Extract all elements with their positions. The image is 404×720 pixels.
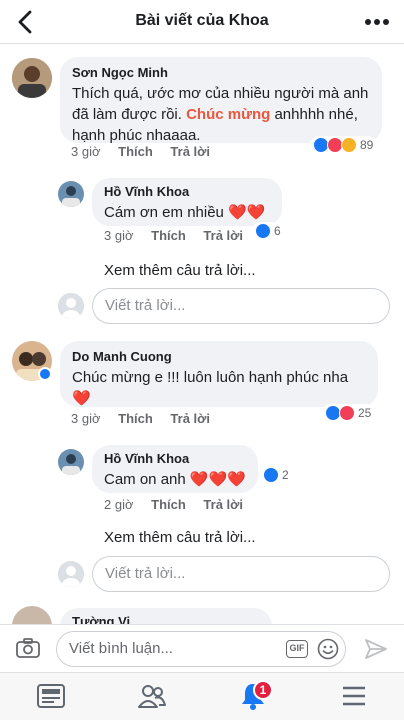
love-reaction-icon (339, 405, 355, 421)
notification-badge: 1 (253, 680, 273, 700)
reaction-summary[interactable]: 2 (260, 466, 292, 484)
reply-text-content: Cam on anh (104, 471, 186, 488)
view-more-replies-link[interactable]: Xem thêm câu trả lời... (104, 529, 256, 546)
comment-bubble[interactable]: Sơn Ngọc Minh Thích quá, ước mơ của nhiề… (60, 57, 382, 144)
reaction-summary[interactable]: 25 (322, 404, 375, 422)
reply-author[interactable]: Hồ Vĩnh Khoa (104, 451, 246, 466)
camera-icon[interactable] (16, 637, 40, 659)
comment-text-content: Chúc mừng e !!! luôn luôn hạnh phúc nha (72, 369, 349, 386)
reply-input[interactable]: Viết trả lời... (92, 288, 390, 324)
reply-button[interactable]: Trả lời (170, 144, 210, 159)
user-placeholder-icon (58, 561, 84, 587)
top-bar: Bài viết của Khoa (0, 0, 404, 44)
highlighted-text[interactable]: Chúc mừng (186, 106, 270, 123)
comments-feed[interactable]: Sơn Ngọc Minh Thích quá, ước mơ của nhiề… (0, 44, 404, 624)
avatar[interactable] (12, 606, 52, 624)
avatar-photo (58, 449, 84, 475)
reply-text: Cám ơn em nhiều ❤️❤️ (104, 202, 270, 223)
like-reaction-icon (255, 223, 271, 239)
heart-emoji: ❤️❤️ (228, 204, 266, 221)
bottom-tab-bar (0, 672, 404, 720)
comment-actions: 3 giờ Thích Trả lời (71, 411, 224, 426)
like-button[interactable]: Thích (151, 228, 186, 243)
reply-time: 3 giờ (104, 228, 134, 243)
comment-time: 3 giờ (71, 411, 101, 426)
current-user-avatar (58, 293, 84, 319)
page-title: Bài viết của Khoa (135, 12, 269, 29)
emoji-icon[interactable] (317, 638, 339, 660)
comment-composer: Viết bình luận... GIF (0, 624, 404, 672)
comment-actions: 3 giờ Thích Trả lời (71, 144, 224, 159)
comment-author[interactable]: Do Manh Cuong (72, 349, 366, 364)
friends-icon[interactable] (137, 681, 167, 711)
more-options-icon[interactable] (364, 10, 390, 34)
reply-text: Cam on anh ❤️❤️❤️ (104, 469, 246, 490)
reply-actions: 2 giờ Thích Trả lời (104, 497, 257, 512)
reply-author[interactable]: Hồ Vĩnh Khoa (104, 184, 270, 199)
avatar[interactable] (12, 58, 52, 98)
reaction-summary[interactable]: 89 (310, 136, 377, 154)
menu-icon[interactable] (339, 681, 369, 711)
comment-bubble[interactable]: Do Manh Cuong Chúc mừng e !!! luôn luôn … (60, 341, 378, 407)
comment-author[interactable]: Tường Vi (72, 614, 260, 624)
comment-time: 3 giờ (71, 144, 101, 159)
like-reaction-icon (263, 467, 279, 483)
comment-author[interactable]: Sơn Ngọc Minh (72, 65, 370, 80)
reply-button[interactable]: Trả lời (203, 228, 243, 243)
like-button[interactable]: Thích (151, 497, 186, 512)
avatar-photo (12, 58, 52, 98)
reply-button[interactable]: Trả lời (170, 411, 210, 426)
reply-time: 2 giờ (104, 497, 134, 512)
reaction-summary[interactable]: 6 (252, 222, 284, 240)
reply-bubble[interactable]: Hồ Vĩnh Khoa Cám ơn em nhiều ❤️❤️ (92, 178, 282, 226)
comment-text: Chúc mừng e !!! luôn luôn hạnh phúc nha … (72, 367, 366, 409)
reply-actions: 3 giờ Thích Trả lời (104, 228, 257, 243)
avatar[interactable] (58, 181, 84, 207)
gif-button[interactable]: GIF (286, 640, 308, 658)
like-button[interactable]: Thích (118, 411, 153, 426)
heart-emoji: ❤️ (72, 390, 91, 407)
news-feed-icon[interactable] (36, 681, 66, 711)
user-placeholder-icon (58, 293, 84, 319)
avatar[interactable] (58, 449, 84, 475)
comment-bubble[interactable]: Tường Vi (60, 608, 272, 624)
reaction-count: 89 (360, 138, 374, 152)
reply-button[interactable]: Trả lời (203, 497, 243, 512)
like-button[interactable]: Thích (118, 144, 153, 159)
heart-emoji: ❤️❤️❤️ (189, 471, 246, 488)
view-more-replies-link[interactable]: Xem thêm câu trả lời... (104, 262, 256, 279)
reaction-count: 2 (282, 468, 289, 482)
send-icon[interactable] (364, 638, 388, 660)
reply-input[interactable]: Viết trả lời... (92, 556, 390, 592)
reply-text-content: Cám ơn em nhiều (104, 204, 224, 221)
reply-bubble[interactable]: Hồ Vĩnh Khoa Cam on anh ❤️❤️❤️ (92, 445, 258, 493)
avatar-photo (58, 181, 84, 207)
reaction-count: 25 (358, 406, 372, 420)
current-user-avatar (58, 561, 84, 587)
verified-badge-icon (38, 367, 52, 381)
haha-reaction-icon (341, 137, 357, 153)
reaction-count: 6 (274, 224, 281, 238)
